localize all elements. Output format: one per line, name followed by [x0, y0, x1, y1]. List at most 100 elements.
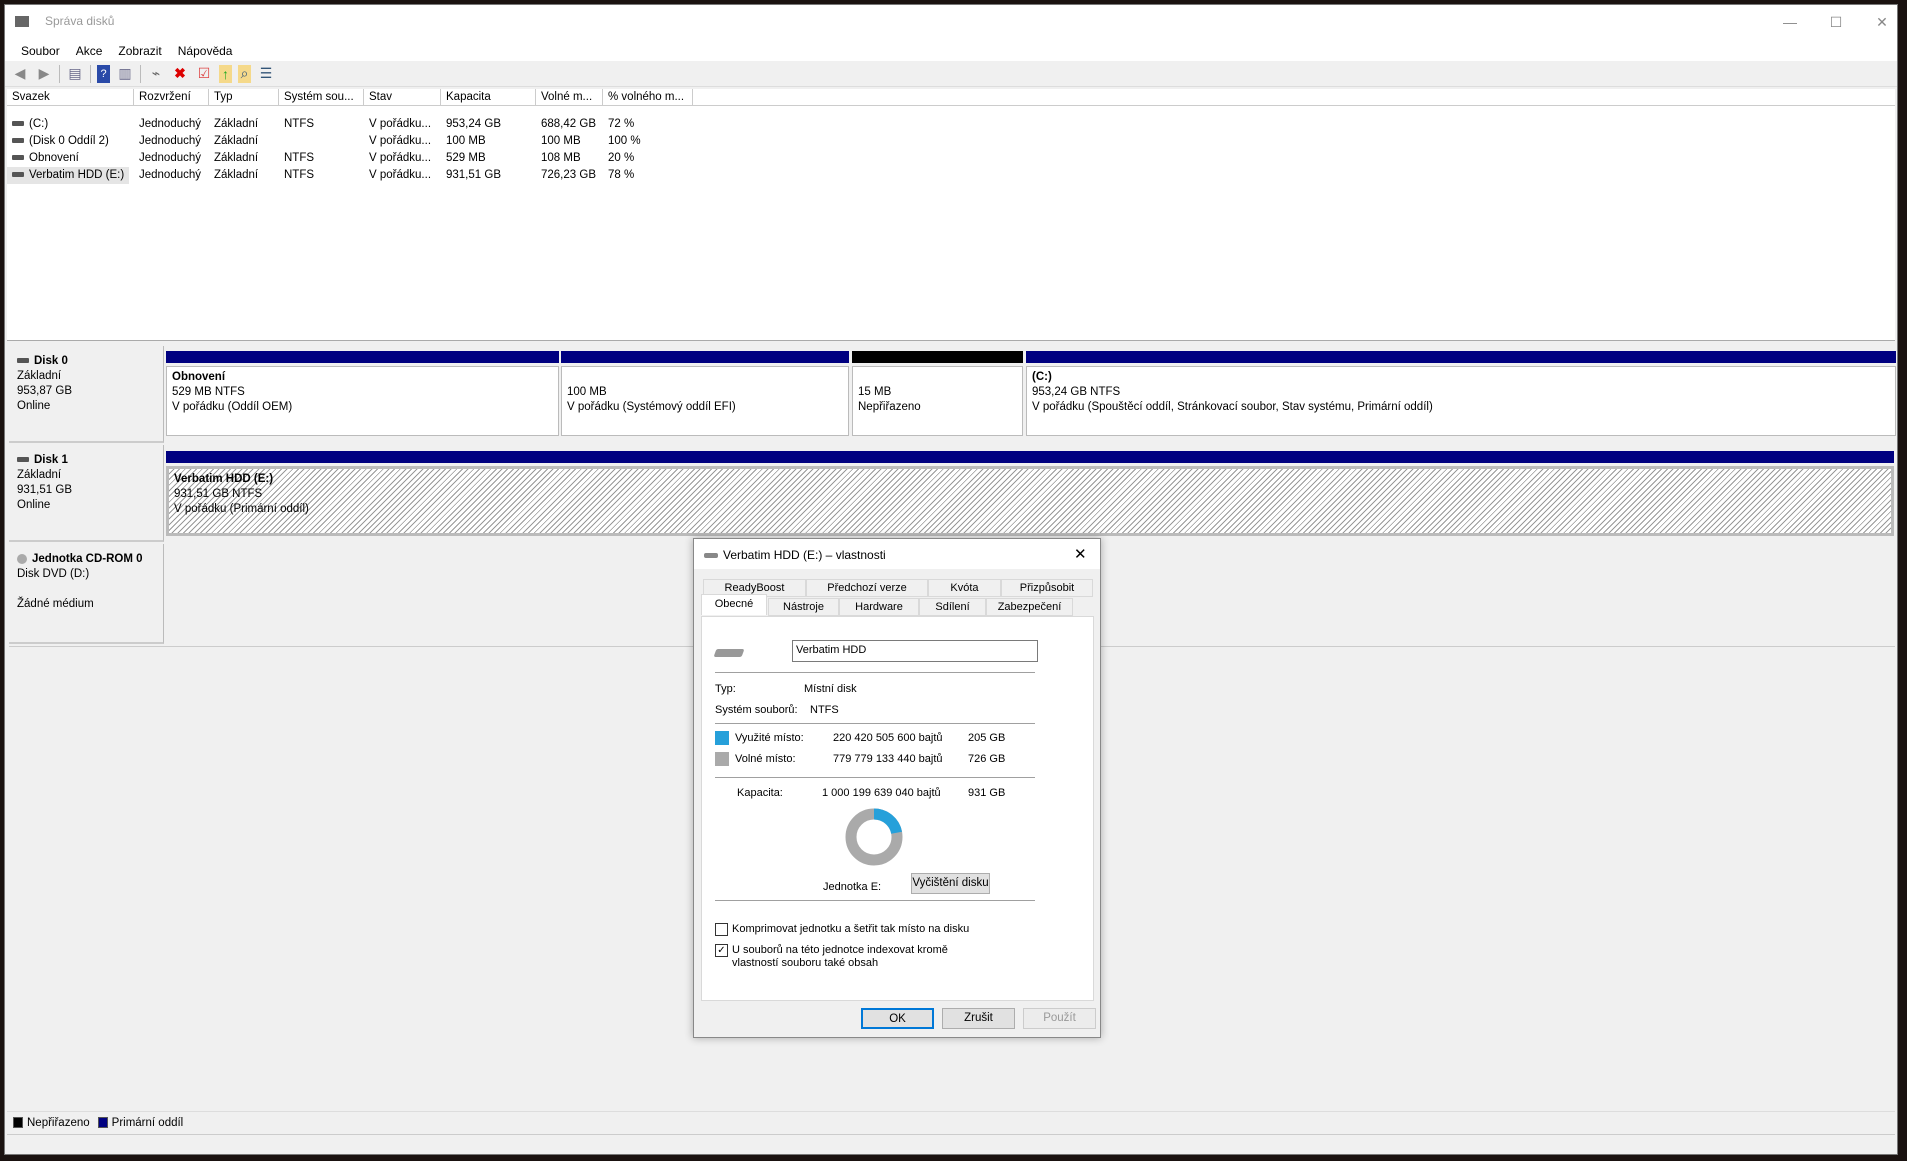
tab-sharing[interactable]: Sdílení — [919, 598, 986, 616]
partition-verbatim[interactable]: Verbatim HDD (E:) 931,51 GB NTFS V pořádku… — [166, 451, 1894, 536]
menu-soubor[interactable]: Soubor — [13, 41, 68, 61]
column-header-system[interactable]: Systém sou... — [279, 89, 364, 106]
partition-title: Obnovení — [172, 371, 226, 383]
drive-icon — [704, 553, 718, 558]
title-bar: Správa disků — ☐ ✕ — [5, 5, 1897, 41]
cell-text: NTFS — [284, 169, 315, 181]
close-button[interactable]: ✕ — [1859, 9, 1905, 35]
column-header-procento[interactable]: % volného m... — [603, 89, 693, 106]
table-cell: V pořádku... — [364, 133, 436, 150]
forward-icon[interactable]: ▶ — [35, 65, 53, 83]
dialog-close-button[interactable]: ✕ — [1074, 545, 1087, 563]
folder-up-icon[interactable]: ↑ — [219, 64, 232, 83]
connect-icon[interactable]: ⌁ — [147, 65, 165, 83]
delete-icon[interactable]: ✖ — [171, 65, 189, 83]
menu-napoveda[interactable]: Nápověda — [170, 41, 241, 61]
maximize-button[interactable]: ☐ — [1813, 9, 1859, 35]
action-pane-icon[interactable]: ▥ — [116, 65, 134, 83]
disk-icon — [17, 358, 29, 364]
disk-0-label[interactable]: Disk 0 Základní 953,87 GB Online — [9, 346, 164, 443]
tab-security[interactable]: Zabezpečení — [986, 598, 1073, 616]
partition-unallocated[interactable]: 15 MB Nepřiřazeno — [852, 351, 1023, 436]
column-header-rozvrzeni[interactable]: Rozvržení — [134, 89, 209, 106]
column-header-kapacita[interactable]: Kapacita — [441, 89, 536, 106]
disk-size: 953,87 GB — [17, 385, 72, 397]
minimize-button[interactable]: — — [1767, 9, 1813, 35]
general-tab-panel: Verbatim HDD Typ: Místní disk Systém sou… — [701, 616, 1094, 1001]
table-cell: Základní — [209, 116, 263, 133]
partition-c[interactable]: (C:) 953,24 GB NTFS V pořádku (Spouštěcí o… — [1026, 351, 1896, 436]
index-checkbox[interactable]: ✓ — [715, 944, 728, 957]
table-cell: NTFS — [279, 116, 319, 133]
partition-bar — [1026, 351, 1896, 363]
cdrom-label[interactable]: Jednotka CD-ROM 0 Disk DVD (D:) Žádné mé… — [9, 544, 164, 644]
column-header-typ[interactable]: Typ — [209, 89, 279, 106]
cell-text: V pořádku... — [369, 135, 432, 147]
disk-1-label[interactable]: Disk 1 Základní 931,51 GB Online — [9, 445, 164, 542]
tab-general-label: Obecné — [714, 598, 754, 610]
cell-text: Verbatim HDD (E:) — [29, 169, 125, 181]
volume-name-input[interactable]: Verbatim HDD — [792, 640, 1038, 662]
type-value: Místní disk — [804, 683, 857, 695]
column-header-svazek[interactable]: Svazek — [7, 89, 134, 106]
partition-size: 529 MB NTFS — [172, 386, 245, 398]
used-swatch — [715, 731, 729, 745]
separator — [90, 64, 91, 83]
table-cell[interactable]: (C:) — [7, 116, 53, 133]
console-tree-icon[interactable]: ▤ — [66, 65, 84, 83]
partition-size: 100 MB — [567, 386, 607, 398]
free-label: Volné místo: — [735, 753, 796, 765]
table-cell[interactable]: Verbatim HDD (E:) — [7, 167, 130, 184]
disk-name: Jednotka CD-ROM 0 — [32, 553, 143, 565]
disk-icon — [17, 457, 29, 463]
help-icon[interactable]: ? — [97, 64, 110, 83]
used-bytes: 220 420 505 600 bajtů — [833, 732, 943, 744]
drive-icon — [713, 649, 745, 657]
tab-quota[interactable]: Kvóta — [928, 579, 1001, 597]
drive-icon — [12, 121, 24, 127]
disk-name: Disk 1 — [34, 454, 68, 466]
partition-size: 15 MB — [858, 386, 892, 398]
column-header-volne[interactable]: Volné m... — [536, 89, 603, 106]
usage-donut-chart — [845, 808, 903, 866]
partition-status: V pořádku (Spouštěcí oddíl, Stránkovací … — [1032, 401, 1433, 413]
partition-obnoveni[interactable]: Obnovení 529 MB NTFS V pořádku (Oddíl OEM) — [166, 351, 559, 436]
divider — [715, 672, 1035, 673]
tab-customize[interactable]: Přizpůsobit — [1001, 579, 1093, 597]
disk-cleanup-button[interactable]: Vyčištění disku — [911, 873, 990, 894]
type-label: Typ: — [715, 683, 736, 695]
back-icon[interactable]: ◀ — [11, 65, 29, 83]
legend: Nepřiřazeno Primární oddíl — [7, 1111, 1895, 1133]
column-header-stav[interactable]: Stav — [364, 89, 441, 106]
cell-text: 78 % — [608, 169, 635, 181]
apply-button[interactable]: Použít — [1023, 1008, 1096, 1029]
compress-label: Komprimovat jednotku a šetřit tak místo … — [732, 923, 970, 935]
properties-icon[interactable]: ☑ — [195, 65, 213, 83]
table-cell[interactable]: (Disk 0 Oddíl 2) — [7, 133, 114, 150]
cell-text: NTFS — [284, 118, 315, 130]
divider — [715, 723, 1035, 724]
cell-text: Základní — [214, 169, 259, 181]
tab-previous-versions[interactable]: Předchozí verze — [806, 579, 928, 597]
table-cell[interactable]: Obnovení — [7, 150, 84, 167]
menu-zobrazit[interactable]: Zobrazit — [110, 41, 169, 61]
toolbar: ◀ ▶ ▤ ? ▥ ⌁ ✖ ☑ ↑ ⌕ ☰ — [5, 61, 1897, 87]
table-cell: 726,23 GB — [536, 167, 601, 184]
partition-efi[interactable]: 100 MB V pořádku (Systémový oddíl EFI) — [561, 351, 849, 436]
cell-text: V pořádku... — [369, 152, 432, 164]
checklist-icon[interactable]: ☰ — [257, 65, 275, 83]
table-cell: V pořádku... — [364, 116, 436, 133]
search-icon[interactable]: ⌕ — [238, 64, 251, 83]
partition-title: Verbatim HDD (E:) — [174, 473, 274, 485]
tab-general[interactable]: Obecné — [701, 594, 767, 615]
disk-type: Základní — [17, 370, 62, 382]
tab-hardware[interactable]: Hardware — [839, 598, 919, 616]
cell-text: Základní — [214, 135, 259, 147]
tab-tools[interactable]: Nástroje — [768, 598, 839, 616]
cancel-button[interactable]: Zrušit — [942, 1008, 1015, 1029]
ok-button[interactable]: OK — [861, 1008, 934, 1029]
compress-checkbox[interactable] — [715, 923, 728, 936]
menu-akce[interactable]: Akce — [68, 41, 111, 61]
index-label: U souborů na této jednotce indexovat kro… — [732, 944, 948, 969]
table-cell: 100 MB — [536, 133, 586, 150]
